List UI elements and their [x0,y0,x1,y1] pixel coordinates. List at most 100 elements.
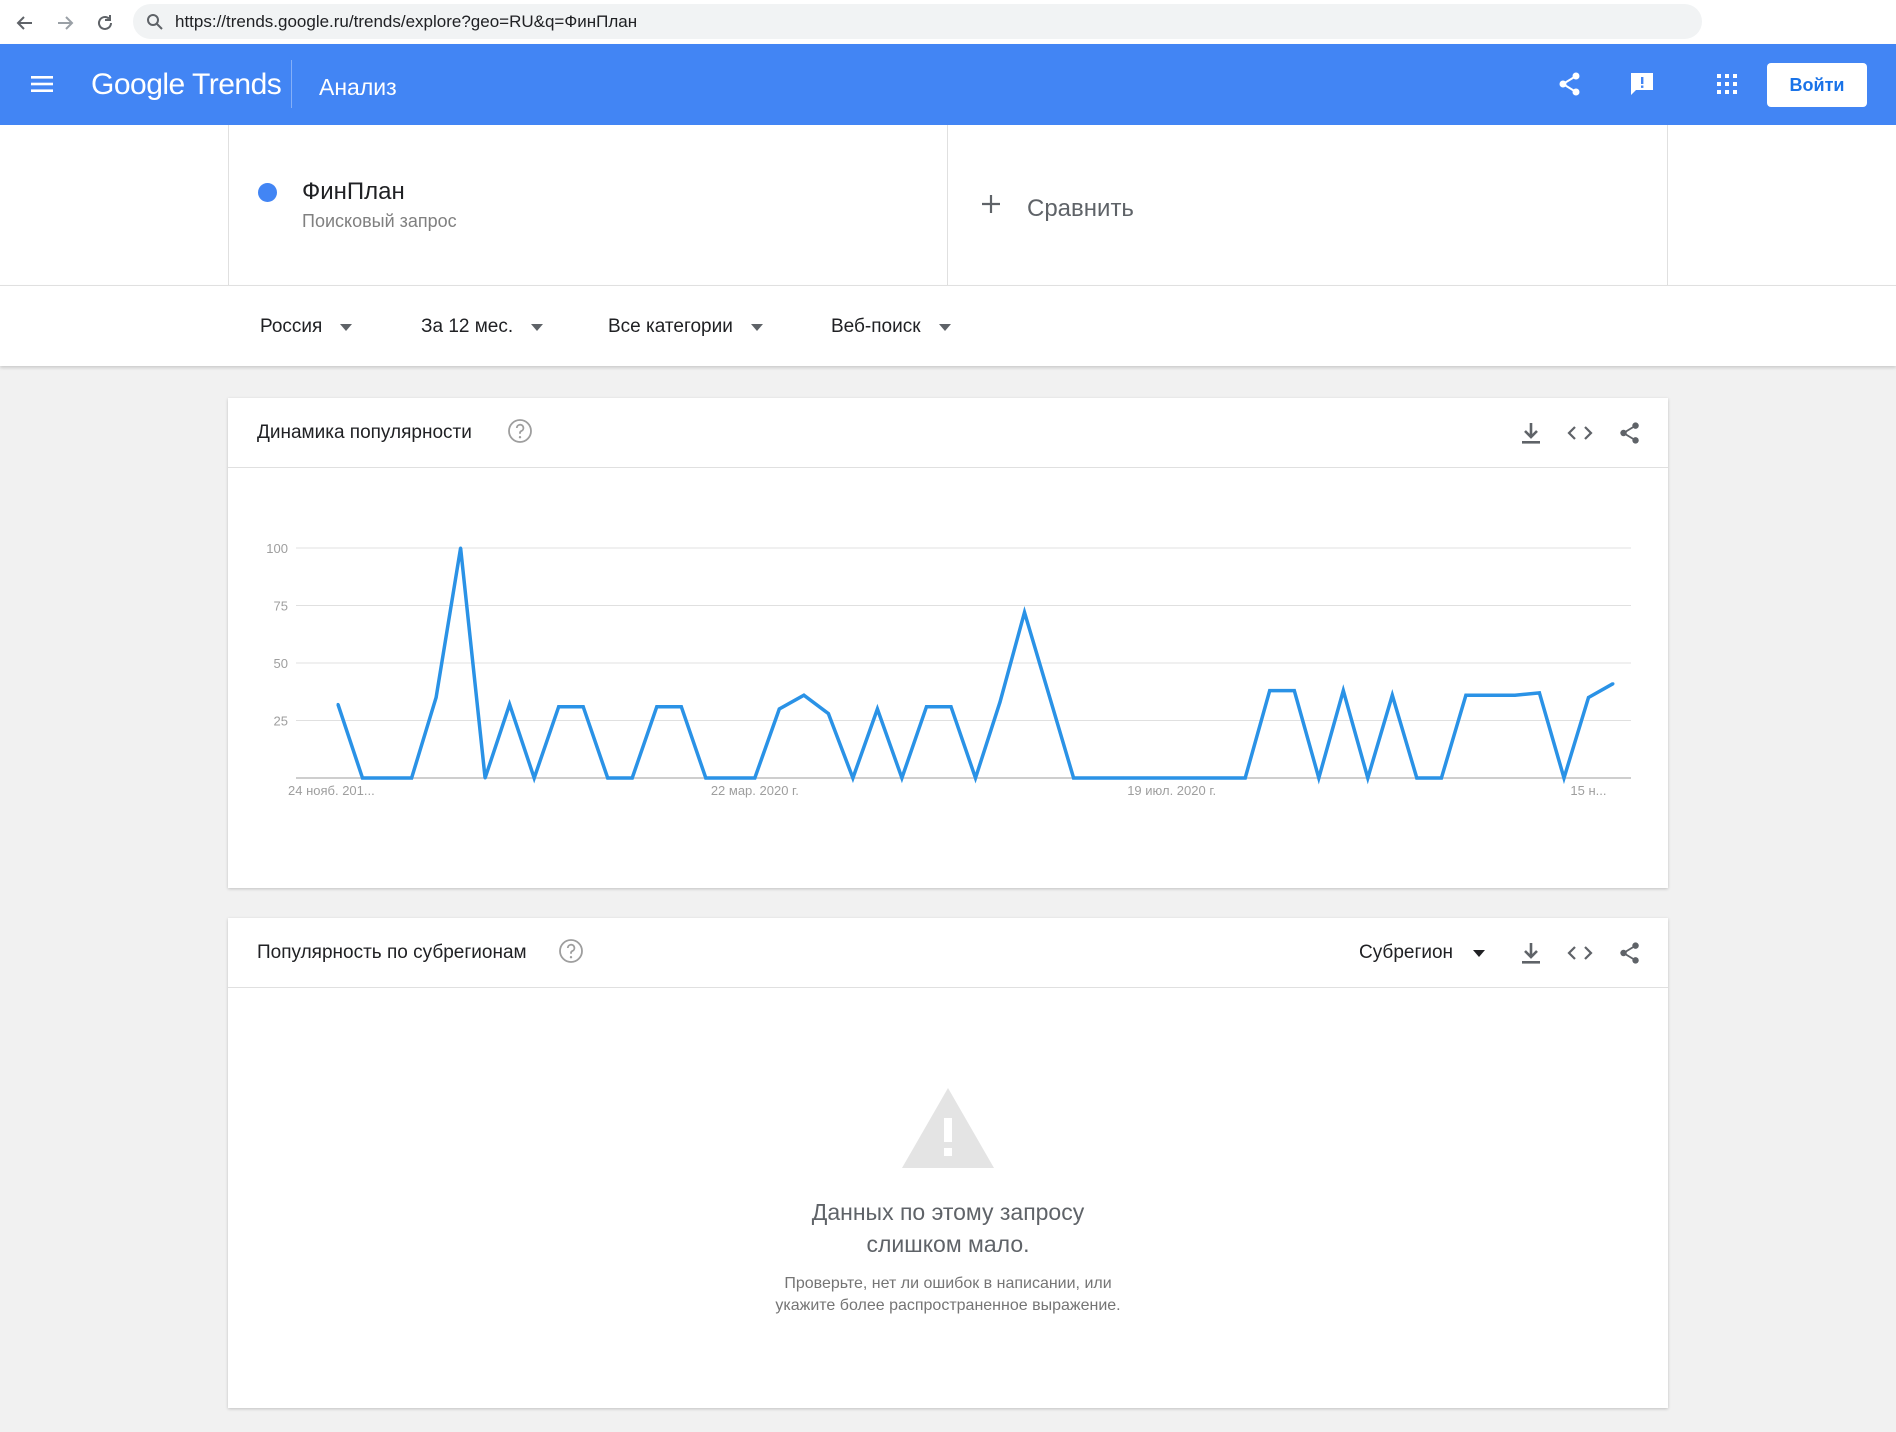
share-icon [1620,942,1639,964]
term-name[interactable]: ФинПлан [302,178,405,206]
data-point [1243,776,1247,780]
code-embed-icon [1567,946,1593,960]
empty-state-hint: Проверьте, нет ли ошибок в написании, ил… [228,1273,1668,1317]
compare-card[interactable]: Сравнить [948,125,1668,285]
data-point [532,776,536,780]
data-point [826,712,830,716]
data-point [1047,693,1051,697]
card-share-button[interactable] [1616,939,1644,967]
header-divider [291,60,292,108]
region-filter-label: Россия [260,316,323,337]
data-point [385,776,389,780]
data-point [1586,696,1590,699]
interest-line-chart[interactable]: 25 50 75 100 24 нояб. 201... 22 мар. 2020 г. 1… [228,468,1668,868]
card-header: Динамика популярности [228,398,1668,468]
data-point [1562,776,1566,780]
empty-hint-line: укажите более распространенное выражение… [775,1297,1121,1314]
download-icon [1522,423,1540,444]
data-point [410,776,414,780]
data-point [483,776,487,780]
search-term-card[interactable]: ФинПлан Поисковый запрос [228,125,948,285]
data-point [1219,776,1223,780]
data-point [508,702,512,706]
reload-button[interactable] [90,8,120,38]
help-icon[interactable] [558,938,584,964]
data-point [802,693,806,697]
card-title: Популярность по субрегионам [257,942,527,963]
address-bar[interactable]: https://trends.google.ru/trends/explore?… [133,4,1702,39]
data-point [753,776,757,780]
share-button[interactable] [1554,68,1586,100]
data-point [434,696,438,699]
embed-button[interactable] [1566,419,1594,447]
feedback-icon [1631,73,1653,95]
filters-bar: Россия За 12 мес. Все категории Веб-поис… [0,285,1896,366]
card-header: Популярность по субрегионам Субрегион [228,918,1668,988]
empty-title-line: Данных по этому запросу [811,1199,1085,1225]
url-text: https://trends.google.ru/trends/explore?… [175,12,638,31]
search-type-filter[interactable]: Веб-поиск [831,316,951,338]
data-point [1390,693,1394,697]
app-header: Google Trends Анализ Войти [0,44,1896,125]
download-icon [1522,943,1540,964]
warning-icon [902,1088,994,1168]
data-point [777,707,781,711]
empty-hint-line: Проверьте, нет ли ошибок в написании, ил… [784,1275,1112,1292]
y-tick-label: 25 [274,714,288,729]
term-type: Поисковый запрос [302,211,457,231]
download-button[interactable] [1517,419,1545,447]
data-point [949,705,953,709]
data-point [1194,776,1198,780]
data-point [704,776,708,780]
back-button[interactable] [10,8,40,38]
search-icon [147,14,163,30]
apps-button[interactable] [1711,68,1743,100]
arrow-right-icon [58,16,74,30]
share-icon [1620,422,1639,444]
subregion-select[interactable]: Субрегион [1359,942,1486,964]
data-point [1488,693,1492,697]
x-tick-label: 15 н... [1570,783,1606,798]
code-embed-icon [1567,426,1593,440]
login-button[interactable]: Войти [1767,63,1867,107]
x-tick-label: 24 нояб. 201... [288,783,375,798]
embed-button[interactable] [1566,939,1594,967]
arrow-left-icon [16,16,32,30]
feedback-button[interactable] [1626,68,1658,100]
data-point [581,705,585,709]
data-point [606,776,610,780]
data-point [459,546,463,550]
forward-button[interactable] [50,8,80,38]
data-point [1366,776,1370,780]
download-button[interactable] [1517,939,1545,967]
page-title: Анализ [319,74,397,100]
subregion-card: Популярность по субрегионам Субрегион Да… [228,918,1668,1408]
help-icon[interactable] [507,418,533,444]
data-point [1537,691,1541,695]
apps-grid-icon [1717,74,1737,94]
data-point [679,705,683,709]
data-point [336,702,340,706]
caret-down-icon [1473,949,1486,957]
period-filter[interactable]: За 12 мес. [421,316,544,338]
menu-icon[interactable] [28,71,58,97]
data-point [630,776,634,780]
y-tick-label: 75 [274,599,288,614]
y-tick-label: 50 [274,656,288,671]
region-filter[interactable]: Россия [260,316,353,338]
google-trends-logo[interactable]: Google Trends [91,68,282,102]
data-point [361,776,365,780]
card-share-button[interactable] [1616,419,1644,447]
browser-toolbar: https://trends.google.ru/trends/explore?… [0,0,1896,44]
category-filter[interactable]: Все категории [608,316,763,338]
empty-title-line: слишком мало. [866,1231,1030,1257]
data-point [1317,776,1321,780]
data-point [900,776,904,780]
data-point [1096,776,1100,780]
compare-label: Сравнить [1027,195,1134,222]
data-point [998,700,1002,704]
search-type-filter-label: Веб-поиск [831,316,921,337]
plus-icon [982,195,1000,213]
data-point [1072,776,1076,780]
empty-state-title: Данных по этому запросу слишком мало. [228,1196,1668,1260]
